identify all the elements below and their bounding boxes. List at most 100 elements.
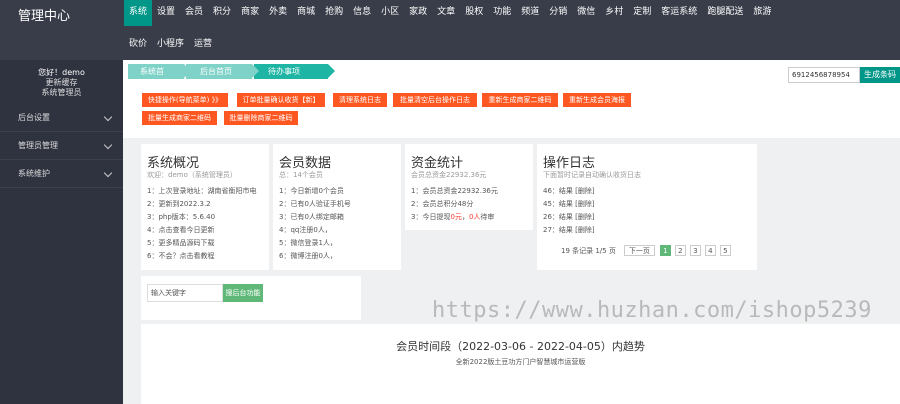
nav-item-20[interactable]: 跑腿配送 — [702, 0, 748, 26]
card-lines: 1：上次登录地址：湖南省衡阳市电 2：更新到2022.3.2 3：php版本：5… — [147, 185, 256, 263]
regen-merchant-qr-button[interactable]: 重新生成商家二维码 — [482, 93, 558, 107]
today-update-link[interactable]: 4：点击查看今日更新 — [147, 224, 256, 237]
chart-subtitle: 全新2022版土豆功方门户智慧城市运营版 — [455, 358, 586, 366]
user-role: 系统管理员 — [41, 88, 82, 97]
line-text: 2：会员总积分48分 — [411, 200, 474, 208]
barcode-input[interactable]: 6912456878954 — [788, 67, 860, 83]
list-item: 1：今日新增0个会员 — [279, 187, 344, 195]
main-nav-second-row: 砍价 小程序 运营 — [124, 32, 217, 54]
card-lines: 1：会员总资金22932.36元 2：会员总积分48分 3：今日提现0元，0人待… — [411, 185, 498, 224]
nav-item-18[interactable]: 定制 — [628, 0, 656, 26]
chart-title: 会员时间段（2022-03-06 - 2022-04-05）内趋势 — [396, 340, 645, 353]
system-overview-card: 系统概况 欢迎：demo（系统管理员） 1：上次登录地址：湖南省衡阳市电 2：更… — [141, 144, 269, 270]
chevron-down-icon — [103, 168, 113, 178]
next-page-button[interactable]: 下一页 — [623, 245, 655, 256]
nav-item-15[interactable]: 分销 — [544, 0, 572, 26]
nav-item-0[interactable]: 系统 — [124, 0, 153, 26]
line-text: 1：会员总资金22932.36元 — [411, 187, 498, 195]
list-item: 2：更新到2022.3.2 — [147, 200, 211, 208]
card-subtitle: 会员总资金22932.36元 — [411, 171, 487, 179]
pagination: 19 条记录 1/5 页 下一页 1 2 3 4 5 — [561, 245, 735, 256]
nav-item-row2-1[interactable]: 小程序 — [152, 32, 189, 54]
generate-barcode-button[interactable]: 生成条码 — [860, 67, 900, 83]
nav-item-8[interactable]: 信息 — [348, 0, 376, 26]
nav-item-21[interactable]: 旅游 — [748, 0, 776, 26]
top-panel: 系统首页 后台首页 待办事项 6912456878954 生成条码 快捷操作(导… — [123, 60, 900, 138]
list-item: 1：上次登录地址：湖南省衡阳市电 — [147, 187, 257, 195]
nav-item-17[interactable]: 乡村 — [600, 0, 628, 26]
batch-delete-merchant-qr-button[interactable]: 批量删除商家二维码 — [224, 111, 298, 125]
nav-item-11[interactable]: 文章 — [432, 0, 460, 26]
card-lines: 1：今日新增0个会员 2：已有0人验证手机号 3：已有0人绑定邮箱 4：qq注册… — [279, 185, 351, 263]
download-link[interactable]: 5：更多精品源码下载 — [147, 237, 256, 250]
nav-item-row2-0[interactable]: 砍价 — [124, 32, 152, 54]
page-5-button[interactable]: 5 — [719, 245, 731, 256]
list-item: 4：qq注册0人， — [279, 226, 332, 234]
log-row[interactable]: 45：结果 [删除] — [543, 198, 595, 211]
card-title: 操作日志 — [543, 156, 596, 171]
nav-item-12[interactable]: 股权 — [460, 0, 488, 26]
nav-item-5[interactable]: 外卖 — [264, 0, 292, 26]
page-2-button[interactable]: 2 — [674, 245, 686, 256]
page-4-button[interactable]: 4 — [704, 245, 716, 256]
nav-item-1[interactable]: 设置 — [152, 0, 180, 26]
nav-item-6[interactable]: 商城 — [292, 0, 320, 26]
update-cache-link[interactable]: 更新缓存 — [0, 78, 123, 88]
withdraw-count: 0人 — [468, 213, 481, 221]
nav-item-3[interactable]: 积分 — [208, 0, 236, 26]
clear-system-log-button[interactable]: 清理系统日志 — [333, 93, 387, 107]
nav-item-9[interactable]: 小区 — [376, 0, 404, 26]
list-item: 3：php版本：5.6.40 — [147, 213, 216, 221]
search-function-button[interactable]: 搜后台功能 — [223, 284, 263, 302]
regen-member-poster-button[interactable]: 重新生成会员海报 — [563, 93, 631, 107]
clear-admin-log-button[interactable]: 批量清空后台操作日志 — [393, 93, 477, 107]
list-item: 5：微信登录1人， — [279, 239, 337, 247]
line-text: ， — [461, 213, 469, 221]
quick-menu-button[interactable]: 快捷操作(导航菜单) 》》 — [142, 93, 228, 107]
card-lines: 46：结果 [删除] 45：结果 [删除] 26：结果 [删除] 27：结果 [… — [543, 185, 595, 237]
sidebar-item-admins[interactable]: 管理员管理 — [0, 132, 123, 160]
tutorial-link[interactable]: 6：不会？点击看教程 — [147, 250, 256, 263]
nav-item-7[interactable]: 抢购 — [320, 0, 348, 26]
nav-item-10[interactable]: 家政 — [404, 0, 432, 26]
chevron-down-icon — [103, 112, 113, 122]
sidebar-item-label: 管理员管理 — [18, 141, 58, 150]
list-item: 3：已有0人绑定邮箱 — [279, 213, 344, 221]
trend-chart-panel: 会员时间段（2022-03-06 - 2022-04-05）内趋势 全新2022… — [141, 324, 900, 404]
function-search-card: 输入关键字 搜后台功能 — [141, 276, 361, 320]
sidebar-item-label: 后台设置 — [18, 113, 50, 122]
sidebar-item-maintenance[interactable]: 系统维护 — [0, 160, 123, 188]
withdraw-amount: 0元 — [450, 213, 462, 221]
keyword-input[interactable]: 输入关键字 — [147, 284, 223, 302]
sidebar-item-settings[interactable]: 后台设置 — [0, 104, 123, 132]
nav-item-16[interactable]: 微信 — [572, 0, 600, 26]
list-item: 2：会员总积分48分 — [411, 198, 498, 211]
list-item: 3：今日提现0元，0人待审 — [411, 211, 498, 224]
card-title: 资金统计 — [411, 156, 464, 171]
breadcrumb-home[interactable]: 系统首页 — [128, 64, 191, 91]
log-row[interactable]: 46：结果 [删除] — [543, 185, 595, 198]
nav-item-19[interactable]: 客运系统 — [656, 0, 702, 26]
batch-create-merchant-qr-button[interactable]: 批量生成商家二维码 — [142, 111, 217, 125]
card-subtitle: 总：14个会员 — [279, 171, 323, 179]
page-1-button[interactable]: 1 — [659, 245, 671, 256]
nav-item-row2-2[interactable]: 运营 — [189, 32, 217, 54]
breadcrumb-todo[interactable]: 待办事项 — [254, 64, 335, 79]
nav-item-13[interactable]: 功能 — [488, 0, 516, 26]
nav-item-14[interactable]: 频道 — [516, 0, 544, 26]
main-content: 系统首页 后台首页 待办事项 6912456878954 生成条码 快捷操作(导… — [123, 60, 900, 404]
breadcrumb-admin-home[interactable]: 后台首页 — [186, 64, 259, 79]
member-data-card: 会员数据 总：14个会员 1：今日新增0个会员 2：已有0人验证手机号 3：已有… — [273, 144, 401, 270]
nav-item-2[interactable]: 会员 — [180, 0, 208, 26]
sidebar-item-label: 系统维护 — [18, 169, 50, 178]
nav-item-4[interactable]: 商家 — [236, 0, 264, 26]
log-row[interactable]: 27：结果 [删除] — [543, 224, 595, 237]
user-box: 您好！demo 更新缓存 系统管理员 — [0, 68, 123, 98]
batch-confirm-receipt-button[interactable]: 订单批量确认收货【新】 — [237, 93, 325, 107]
card-subtitle: 下面暂时记录自动确认收货日志 — [543, 171, 641, 179]
page-3-button[interactable]: 3 — [689, 245, 701, 256]
card-title: 会员数据 — [279, 156, 332, 171]
log-row[interactable]: 26：结果 [删除] — [543, 211, 595, 224]
operation-log-card: 操作日志 下面暂时记录自动确认收货日志 46：结果 [删除] 45：结果 [删除… — [537, 144, 757, 270]
breadcrumb: 系统首页 后台首页 待办事项 — [128, 64, 335, 91]
